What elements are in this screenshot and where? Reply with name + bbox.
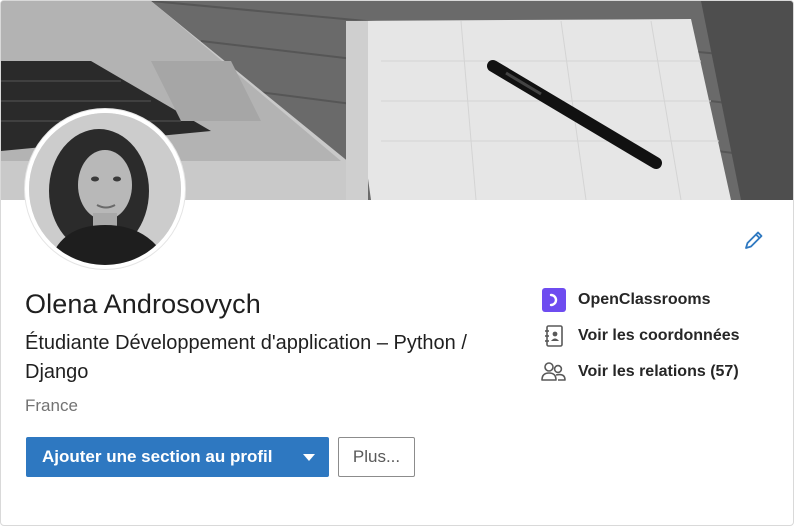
connections-label: Voir les relations (57) — [578, 363, 739, 380]
address-book-icon — [541, 323, 567, 349]
add-profile-section-button[interactable]: Ajouter une section au profil — [26, 437, 329, 477]
caret-down-icon — [303, 454, 315, 461]
profile-card: Olena Androsovych Étudiante Développemen… — [0, 0, 794, 526]
company-label: OpenClassrooms — [578, 291, 711, 308]
profile-location: France — [25, 396, 78, 415]
company-link[interactable]: OpenClassrooms — [541, 287, 710, 313]
more-button[interactable]: Plus... — [338, 437, 415, 477]
people-icon — [541, 359, 567, 385]
connections-link[interactable]: Voir les relations (57) — [541, 359, 739, 385]
contact-info-link[interactable]: Voir les coordonnées — [541, 323, 740, 349]
profile-name: Olena Androsovych — [25, 289, 261, 319]
add-profile-section-label: Ajouter une section au profil — [42, 447, 273, 466]
pencil-icon — [745, 231, 763, 249]
profile-headline: Étudiante Développement d'application – … — [25, 332, 467, 383]
contact-info-label: Voir les coordonnées — [578, 327, 740, 344]
avatar-photo — [29, 113, 181, 265]
edit-profile-button[interactable] — [741, 227, 767, 253]
profile-avatar[interactable] — [25, 109, 185, 269]
openclassrooms-logo — [541, 287, 567, 313]
